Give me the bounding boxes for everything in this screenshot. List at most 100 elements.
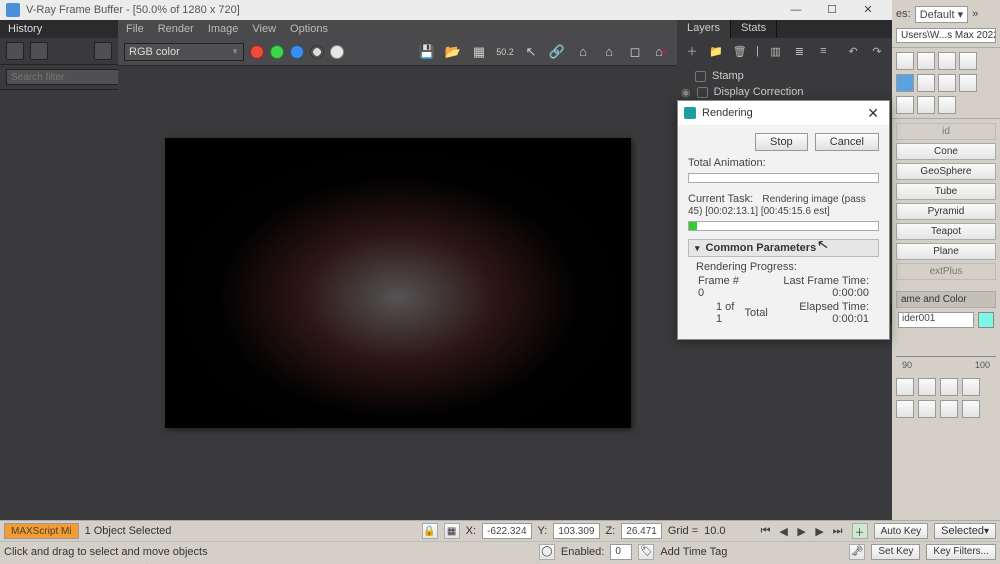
- add-time-tag[interactable]: Add Time Tag: [660, 546, 727, 558]
- snap-icon[interactable]: ▦: [444, 523, 460, 539]
- region-icon[interactable]: ▦: [469, 42, 489, 62]
- history-ab-icon[interactable]: [30, 42, 48, 60]
- viewport-nav-icon[interactable]: [918, 378, 936, 396]
- maximize-button[interactable]: ☐: [814, 0, 850, 20]
- common-parameters-rollout[interactable]: ▾ Common Parameters: [688, 239, 879, 257]
- mono-channel-swatch[interactable]: [330, 45, 344, 59]
- stop-button[interactable]: Stop: [755, 133, 808, 151]
- tab-stats[interactable]: Stats: [731, 20, 777, 38]
- menu-image[interactable]: Image: [208, 23, 239, 35]
- green-channel-swatch[interactable]: [270, 45, 284, 59]
- viewport-nav-icon[interactable]: [962, 400, 980, 418]
- viewport-nav-icon[interactable]: [940, 400, 958, 418]
- lights-category-icon[interactable]: [938, 74, 956, 92]
- collapse-all-icon[interactable]: ≣: [790, 42, 808, 60]
- checkbox-icon[interactable]: [695, 71, 706, 82]
- x-coord-input[interactable]: -622.324: [482, 523, 531, 539]
- cancel-button[interactable]: Cancel: [815, 133, 879, 151]
- project-path[interactable]: Users\W...s Max 2022: [896, 28, 996, 43]
- alpha-channel-swatch[interactable]: [310, 45, 324, 59]
- next-frame-icon[interactable]: ▶: [812, 523, 828, 539]
- z-coord-input[interactable]: 26.471: [621, 523, 662, 539]
- layer-display-correction[interactable]: ◉ Display Correction: [695, 84, 886, 100]
- minimize-button[interactable]: —: [778, 0, 814, 20]
- close-button[interactable]: ✕: [850, 0, 886, 20]
- red-channel-swatch[interactable]: [250, 45, 264, 59]
- viewport-nav-icon[interactable]: [940, 378, 958, 396]
- modify-tab-icon[interactable]: [917, 52, 935, 70]
- object-color-swatch[interactable]: [978, 312, 994, 328]
- primitive-teapot[interactable]: Teapot: [896, 223, 996, 240]
- blue-channel-swatch[interactable]: [290, 45, 304, 59]
- add-key-icon[interactable]: ＋: [852, 523, 868, 539]
- goto-start-icon[interactable]: ⏮: [758, 523, 774, 539]
- isolate-icon[interactable]: ◯: [539, 544, 555, 560]
- primitive-plane[interactable]: Plane: [896, 243, 996, 260]
- enabled-field[interactable]: 0: [610, 544, 632, 560]
- primitive-cone[interactable]: Cone: [896, 143, 996, 160]
- space-warps-icon[interactable]: [917, 96, 935, 114]
- dialog-close-button[interactable]: ✕: [863, 105, 883, 122]
- teapot-dot-icon[interactable]: ⌂•: [651, 42, 671, 62]
- save-icon[interactable]: 💾: [417, 42, 437, 62]
- ratio-tag[interactable]: 50.2: [495, 42, 515, 62]
- primitive-pyramid[interactable]: Pyramid: [896, 203, 996, 220]
- menu-view[interactable]: View: [252, 23, 276, 35]
- history-trash-icon[interactable]: [94, 42, 112, 60]
- cameras-category-icon[interactable]: [959, 74, 977, 92]
- tag-icon[interactable]: 🏷: [638, 544, 654, 560]
- shapes-category-icon[interactable]: [917, 74, 935, 92]
- lock-selection-icon[interactable]: 🔒: [422, 523, 438, 539]
- link-icon[interactable]: 🔗: [547, 42, 567, 62]
- systems-category-icon[interactable]: [938, 96, 956, 114]
- geometry-category-icon[interactable]: [896, 74, 914, 92]
- primitive-tube[interactable]: Tube: [896, 183, 996, 200]
- keymode-dropdown[interactable]: Selected ▾: [934, 523, 996, 539]
- play-icon[interactable]: ▶: [794, 523, 810, 539]
- y-coord-input[interactable]: 103.309: [553, 523, 599, 539]
- menu-file[interactable]: File: [126, 23, 144, 35]
- motion-tab-icon[interactable]: [959, 52, 977, 70]
- menu-render[interactable]: Render: [158, 23, 194, 35]
- viewport-nav-icon[interactable]: [896, 400, 914, 418]
- delete-layer-icon[interactable]: 🗑: [731, 42, 749, 60]
- primitive-id[interactable]: id: [896, 123, 996, 140]
- primitive-geosphere[interactable]: GeoSphere: [896, 163, 996, 180]
- tab-layers[interactable]: Layers: [677, 20, 731, 38]
- redo-icon[interactable]: ↷: [868, 42, 886, 60]
- primitive-textplus[interactable]: extPlus: [896, 263, 996, 280]
- layer-stamp[interactable]: Stamp: [695, 68, 886, 84]
- prev-frame-icon[interactable]: ◀: [776, 523, 792, 539]
- expand-all-icon[interactable]: ▥: [767, 42, 785, 60]
- open-folder-icon[interactable]: 📂: [443, 42, 463, 62]
- preset-dropdown[interactable]: Default ▾: [915, 6, 968, 23]
- list-icon[interactable]: ≡: [814, 42, 832, 60]
- bucket-icon[interactable]: ◻: [625, 42, 645, 62]
- goto-end-icon[interactable]: ⏭: [830, 523, 846, 539]
- undo-icon[interactable]: ↶: [844, 42, 862, 60]
- keyfilters-button[interactable]: Key Filters...: [926, 544, 996, 560]
- teapot-stop-icon[interactable]: ⌂: [599, 42, 619, 62]
- autokey-button[interactable]: Auto Key: [874, 523, 929, 539]
- setkey-button[interactable]: Set Key: [871, 544, 920, 560]
- helpers-category-icon[interactable]: [896, 96, 914, 114]
- history-add-icon[interactable]: [6, 42, 24, 60]
- object-name-input[interactable]: ider001: [898, 312, 974, 328]
- pointer-icon[interactable]: ↖: [521, 42, 541, 62]
- key-small-icon[interactable]: 🗝: [849, 544, 865, 560]
- add-folder-icon[interactable]: 📁: [707, 42, 725, 60]
- viewport-nav-icon[interactable]: [896, 378, 914, 396]
- menu-options[interactable]: Options: [290, 23, 328, 35]
- channel-dropdown[interactable]: RGB color ▼: [124, 43, 244, 61]
- hierarchy-tab-icon[interactable]: [938, 52, 956, 70]
- maxscript-listener-tab[interactable]: MAXScript Mi: [4, 523, 79, 539]
- eye-icon[interactable]: ◉: [681, 86, 691, 99]
- viewport-nav-icon[interactable]: [962, 378, 980, 396]
- render-viewport[interactable]: [118, 66, 677, 540]
- add-layer-icon[interactable]: ＋: [683, 42, 701, 60]
- checkbox-icon[interactable]: [697, 87, 708, 98]
- viewport-nav-icon[interactable]: [918, 400, 936, 418]
- arrow-icon[interactable]: »: [972, 8, 978, 20]
- name-color-rollout[interactable]: ame and Color: [896, 291, 996, 308]
- create-tab-icon[interactable]: [896, 52, 914, 70]
